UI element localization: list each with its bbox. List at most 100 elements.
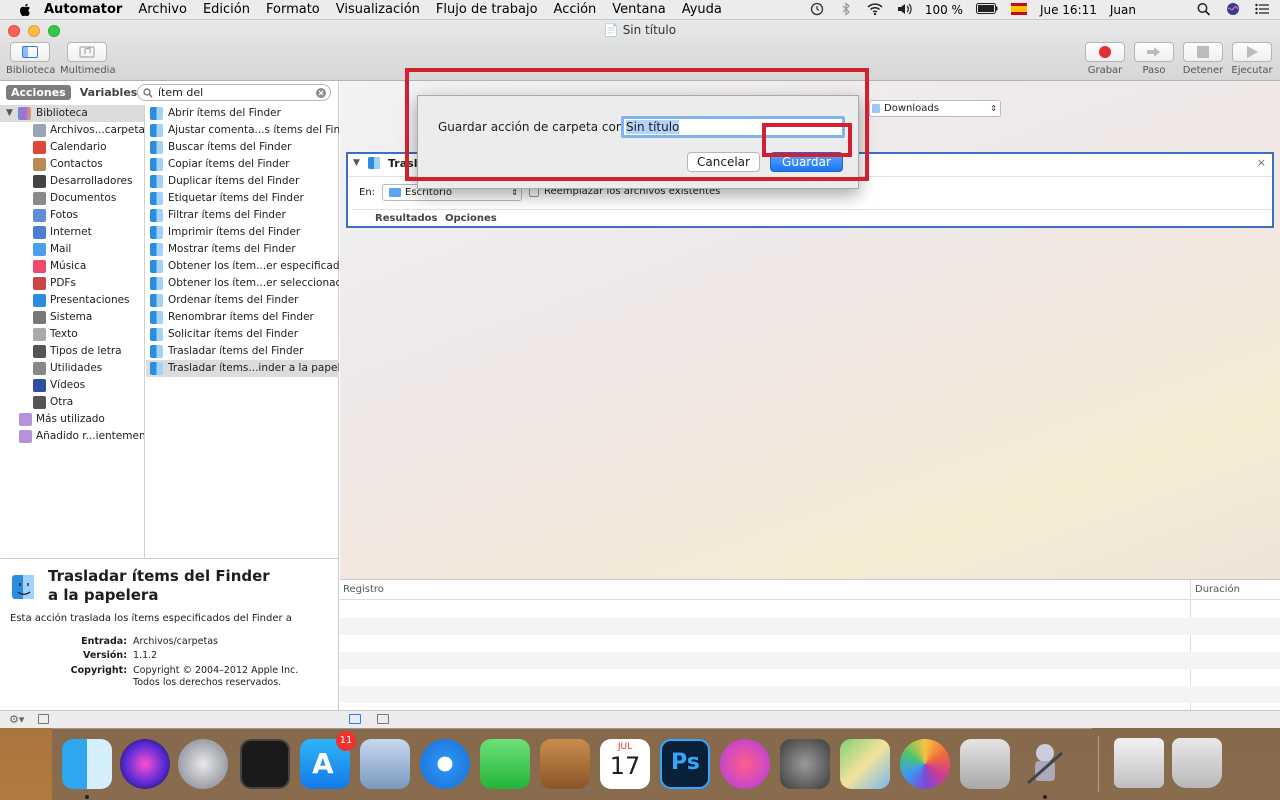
- search-field[interactable]: ítem del: [137, 84, 331, 101]
- split-view-icon[interactable]: [377, 714, 389, 724]
- action-item[interactable]: Filtrar ítems del Finder: [146, 207, 339, 224]
- battery-percent[interactable]: 100 %: [925, 3, 963, 17]
- run-button[interactable]: [1232, 42, 1272, 62]
- clock[interactable]: Jue 16:11: [1040, 3, 1097, 17]
- action-item[interactable]: Trasladar ítems...inder a la papelera: [146, 360, 339, 377]
- menu-edicion[interactable]: Edición: [203, 2, 250, 17]
- info-toggle-icon[interactable]: [38, 714, 49, 724]
- folder-select[interactable]: Downloads ⇕: [869, 100, 1001, 117]
- category-pdfs[interactable]: PDFs: [0, 275, 144, 292]
- library-toggle-button[interactable]: [10, 42, 50, 62]
- automator-dock-icon[interactable]: [1020, 739, 1070, 789]
- category-texto[interactable]: Texto: [0, 326, 144, 343]
- action-item[interactable]: Mostrar ítems del Finder: [146, 241, 339, 258]
- system-preferences-dock-icon[interactable]: [780, 739, 830, 789]
- category-contactos[interactable]: Contactos: [0, 156, 144, 173]
- calendar-dock-icon[interactable]: JUL 17: [600, 739, 650, 789]
- category-archivos-carpetas[interactable]: Archivos...carpetas: [0, 122, 144, 139]
- menu-accion[interactable]: Acción: [554, 2, 597, 17]
- tab-resultados[interactable]: Resultados: [375, 213, 438, 224]
- category-calendario[interactable]: Calendario: [0, 139, 144, 156]
- action-item[interactable]: Duplicar ítems del Finder: [146, 173, 339, 190]
- tab-opciones[interactable]: Opciones: [445, 213, 497, 224]
- action-item[interactable]: Renombrar ítems del Finder: [146, 309, 339, 326]
- action-item[interactable]: Imprimir ítems del Finder: [146, 224, 339, 241]
- category-tipos-de-letra[interactable]: Tipos de letra: [0, 343, 144, 360]
- category-sistema[interactable]: Sistema: [0, 309, 144, 326]
- action-item[interactable]: Etiquetar ítems del Finder: [146, 190, 339, 207]
- siri-dock-icon[interactable]: [120, 739, 170, 789]
- duration-column-header[interactable]: Duración: [1195, 584, 1240, 595]
- notification-center-icon[interactable]: [1254, 2, 1270, 19]
- smart-recently-added[interactable]: Añadido r...ientemente: [0, 428, 144, 445]
- tab-acciones[interactable]: Acciones: [6, 85, 71, 100]
- action-item[interactable]: Abrir ítems del Finder: [146, 105, 339, 122]
- facetime-dock-icon[interactable]: [480, 739, 530, 789]
- safari-dock-icon[interactable]: [420, 739, 470, 789]
- apple-menu-icon[interactable]: [18, 3, 32, 17]
- user-name[interactable]: Juan: [1110, 3, 1136, 17]
- action-item[interactable]: Buscar ítems del Finder: [146, 139, 339, 156]
- log-column-header[interactable]: Registro: [343, 584, 384, 595]
- battery-icon[interactable]: [975, 3, 998, 17]
- record-button[interactable]: [1085, 42, 1125, 62]
- itunes-dock-icon[interactable]: [720, 739, 770, 789]
- menu-ayuda[interactable]: Ayuda: [682, 2, 722, 17]
- category-mail[interactable]: Mail: [0, 241, 144, 258]
- contacts-dock-icon[interactable]: [540, 739, 590, 789]
- menu-flujo-de-trabajo[interactable]: Flujo de trabajo: [436, 2, 538, 17]
- menu-visualizacion[interactable]: Visualización: [336, 2, 420, 17]
- action-item[interactable]: Ordenar ítems del Finder: [146, 292, 339, 309]
- launchpad-dock-icon[interactable]: [178, 739, 228, 789]
- disclosure-triangle-icon[interactable]: ▼: [6, 105, 13, 122]
- category-fotos[interactable]: Fotos: [0, 207, 144, 224]
- category-presentaciones[interactable]: Presentaciones: [0, 292, 144, 309]
- category-documentos[interactable]: Documentos: [0, 190, 144, 207]
- category-videos[interactable]: Vídeos: [0, 377, 144, 394]
- action-item-label: Imprimir ítems del Finder: [168, 226, 301, 238]
- category-utilidades[interactable]: Utilidades: [0, 360, 144, 377]
- maps-dock-icon[interactable]: [840, 739, 890, 789]
- finder-dock-icon[interactable]: [62, 739, 112, 789]
- trash-dock-icon[interactable]: [1172, 738, 1222, 788]
- stop-button[interactable]: [1183, 42, 1223, 62]
- menu-automator[interactable]: Automator: [44, 2, 122, 17]
- menu-ventana[interactable]: Ventana: [612, 2, 665, 17]
- action-item[interactable]: Trasladar ítems del Finder: [146, 343, 339, 360]
- step-button[interactable]: [1134, 42, 1174, 62]
- tab-variables[interactable]: Variables: [75, 85, 143, 100]
- menu-archivo[interactable]: Archivo: [138, 2, 187, 17]
- media-button[interactable]: [67, 42, 107, 62]
- wifi-icon[interactable]: [867, 2, 883, 19]
- action-item[interactable]: Copiar ítems del Finder: [146, 156, 339, 173]
- category-desarrolladores[interactable]: Desarrolladores: [0, 173, 144, 190]
- mission-control-dock-icon[interactable]: [240, 739, 290, 789]
- downloads-stack-dock-icon[interactable]: [1114, 738, 1164, 788]
- siri-icon[interactable]: [1225, 2, 1241, 19]
- preview-dock-icon[interactable]: [360, 739, 410, 789]
- action-item[interactable]: Solicitar ítems del Finder: [146, 326, 339, 343]
- action-item[interactable]: Ajustar comenta...s ítems del Finder: [146, 122, 339, 139]
- category-otra[interactable]: Otra: [0, 394, 144, 411]
- bluetooth-icon[interactable]: [838, 1, 854, 19]
- input-source-flag-icon[interactable]: [1010, 2, 1027, 18]
- action-item[interactable]: Obtener los ítem...er seleccionados: [146, 275, 339, 292]
- list-view-icon[interactable]: [349, 714, 361, 724]
- gear-icon[interactable]: ⚙▾: [9, 713, 24, 726]
- category-internet[interactable]: Internet: [0, 224, 144, 241]
- category-musica[interactable]: Música: [0, 258, 144, 275]
- collapse-action-icon[interactable]: ▼: [353, 158, 360, 168]
- photoshop-dock-icon[interactable]: Ps: [660, 739, 710, 789]
- app-store-dock-icon[interactable]: A 11: [300, 731, 356, 789]
- smart-most-used[interactable]: Más utilizado: [0, 411, 144, 428]
- mail-at-dock-icon[interactable]: [960, 739, 1010, 789]
- action-item[interactable]: Obtener los ítem...er especificados: [146, 258, 339, 275]
- volume-icon[interactable]: [896, 2, 912, 19]
- photos-dock-icon[interactable]: [900, 739, 950, 789]
- library-root-item[interactable]: ▼ Biblioteca: [0, 105, 144, 122]
- menu-formato[interactable]: Formato: [266, 2, 320, 17]
- time-machine-icon[interactable]: [809, 2, 825, 19]
- spotlight-icon[interactable]: [1196, 2, 1212, 19]
- remove-action-icon[interactable]: ×: [1257, 156, 1266, 169]
- clear-search-icon[interactable]: [316, 88, 326, 98]
